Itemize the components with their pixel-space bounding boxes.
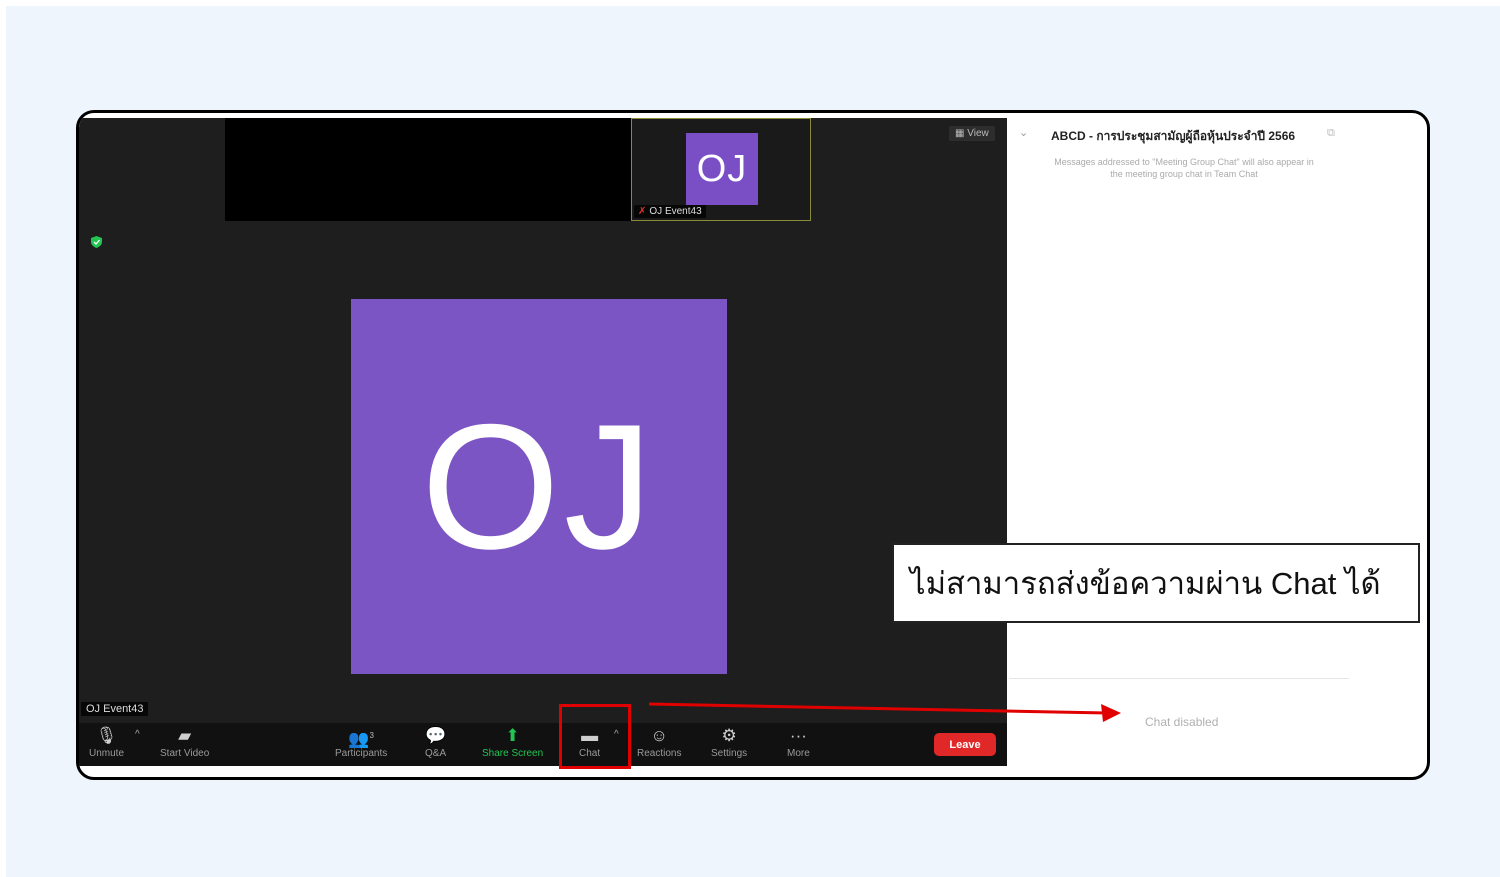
meeting-toolbar: 🎙 Unmute ^ ▰ Start Video 👥3 Participants… — [79, 723, 1007, 766]
qa-icon: 💬 — [425, 726, 447, 745]
chat-disabled-status: Chat disabled — [1145, 715, 1219, 729]
chevron-down-icon[interactable]: ⌄ — [1019, 126, 1028, 139]
share-screen-button[interactable]: ⬆ Share Screen — [482, 725, 543, 765]
reactions-button[interactable]: ☺ Reactions — [637, 725, 681, 765]
participant-thumbnail[interactable]: OJ ✗ OJ Event43 — [631, 118, 811, 221]
grid-icon: ▦ — [955, 128, 965, 139]
annotation-callout: ไม่สามารถส่งข้อความผ่าน Chat ได้ — [892, 543, 1420, 623]
annotation-arrow — [649, 702, 1121, 722]
microphone-muted-icon: ✗ — [638, 206, 647, 217]
participants-button[interactable]: 👥3 Participants — [335, 725, 387, 765]
participants-icon: 👥3 — [348, 729, 374, 749]
share-screen-icon: ⬆ — [505, 726, 520, 745]
meeting-window: OJ ✗ OJ Event43 ▦ View OJ OJ Event43 🎙 Un… — [79, 118, 1007, 766]
main-video-avatar: OJ — [351, 299, 727, 674]
reactions-icon: ☺ — [650, 726, 668, 745]
participants-count: 3 — [369, 731, 374, 740]
screenshot-frame: OJ ✗ OJ Event43 ▦ View OJ OJ Event43 🎙 Un… — [76, 110, 1430, 780]
more-label: More — [787, 748, 810, 759]
chat-divider — [1009, 678, 1349, 679]
qa-label: Q&A — [425, 748, 447, 759]
thumbnail-avatar: OJ — [686, 133, 758, 205]
chat-info-note: Messages addressed to "Meeting Group Cha… — [1054, 157, 1314, 179]
more-button[interactable]: ··· More — [787, 725, 810, 765]
view-label: View — [967, 128, 989, 139]
start-video-button[interactable]: ▰ Start Video — [160, 725, 209, 765]
gear-icon: ⚙ — [721, 726, 737, 745]
leave-button[interactable]: Leave — [934, 733, 996, 756]
thumbnail-name-tag: ✗ OJ Event43 — [634, 205, 706, 218]
chat-highlight-box — [559, 704, 631, 769]
share-screen-label: Share Screen — [482, 748, 544, 759]
participants-label: Participants — [335, 748, 388, 759]
qa-button[interactable]: 💬 Q&A — [425, 725, 446, 765]
audio-options-caret[interactable]: ^ — [135, 729, 140, 740]
reactions-label: Reactions — [637, 748, 682, 759]
chat-title: ABCD - การประชุมสามัญผู้ถือหุ้นประจำปี 2… — [1051, 129, 1296, 143]
start-video-label: Start Video — [160, 748, 210, 759]
popout-icon[interactable]: ⧉ — [1327, 127, 1335, 140]
more-icon: ··· — [789, 726, 807, 745]
settings-button[interactable]: ⚙ Settings — [711, 725, 747, 765]
settings-label: Settings — [711, 748, 748, 759]
video-off-icon: ▰ — [178, 726, 192, 745]
unmute-button[interactable]: 🎙 Unmute — [89, 725, 124, 765]
unmute-label: Unmute — [89, 748, 125, 759]
chat-panel: ⌄ ABCD - การประชุมสามัญผู้ถือหุ้นประจำปี… — [1009, 118, 1349, 766]
main-video-name: OJ Event43 — [81, 702, 149, 716]
microphone-muted-icon: 🎙 — [95, 726, 118, 745]
view-button[interactable]: ▦ View — [949, 126, 995, 141]
thumbnail-name: OJ Event43 — [649, 206, 702, 217]
shield-icon — [91, 236, 102, 248]
